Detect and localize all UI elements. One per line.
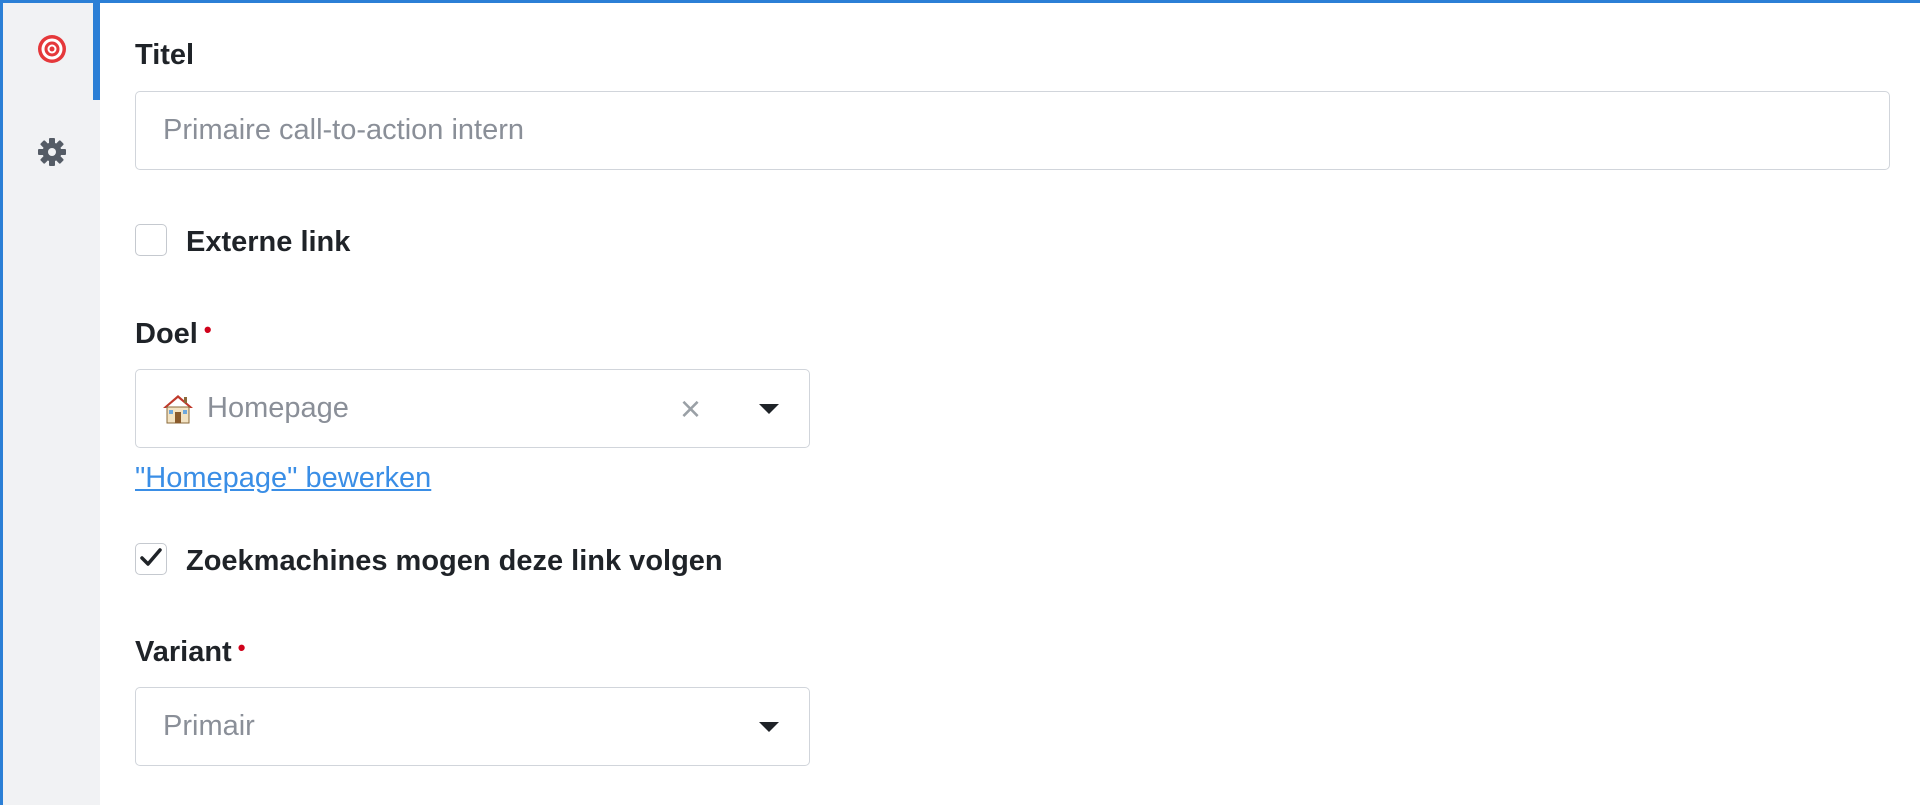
sidebar-item-target[interactable]: [3, 3, 100, 100]
variant-select[interactable]: Primair: [135, 687, 810, 766]
house-icon: [136, 392, 195, 426]
follow-checkbox[interactable]: [135, 543, 167, 575]
goal-select-value: Homepage: [207, 392, 349, 424]
sidebar-item-settings[interactable]: [3, 106, 100, 203]
chevron-down-icon[interactable]: [759, 721, 779, 732]
variant-select-value: Primair: [163, 710, 255, 742]
required-indicator: •: [203, 317, 212, 342]
goal-select[interactable]: Homepage ×: [135, 369, 810, 448]
chevron-down-icon[interactable]: [759, 403, 779, 414]
required-indicator: •: [237, 635, 246, 660]
gear-icon: [37, 137, 67, 172]
external-link-checkbox[interactable]: [135, 224, 167, 256]
checkmark-icon: [140, 548, 162, 566]
form-content: Titel Primaire call-to-action intern Ext…: [100, 3, 1920, 805]
title-label: Titel: [135, 39, 195, 71]
edit-homepage-link[interactable]: "Homepage" bewerken: [135, 462, 431, 495]
goal-label-text: Doel: [135, 318, 198, 350]
external-link-label: Externe link: [186, 226, 351, 258]
variant-label: Variant •: [135, 635, 245, 669]
goal-label: Doel •: [135, 317, 212, 351]
clear-icon[interactable]: ×: [680, 390, 701, 427]
variant-label-text: Variant: [135, 636, 232, 668]
follow-label: Zoekmachines mogen deze link volgen: [186, 545, 723, 577]
sidebar-rail: [3, 3, 100, 805]
target-icon: [36, 33, 68, 70]
title-input[interactable]: Primaire call-to-action intern: [135, 91, 1890, 170]
title-input-placeholder: Primaire call-to-action intern: [163, 114, 525, 146]
